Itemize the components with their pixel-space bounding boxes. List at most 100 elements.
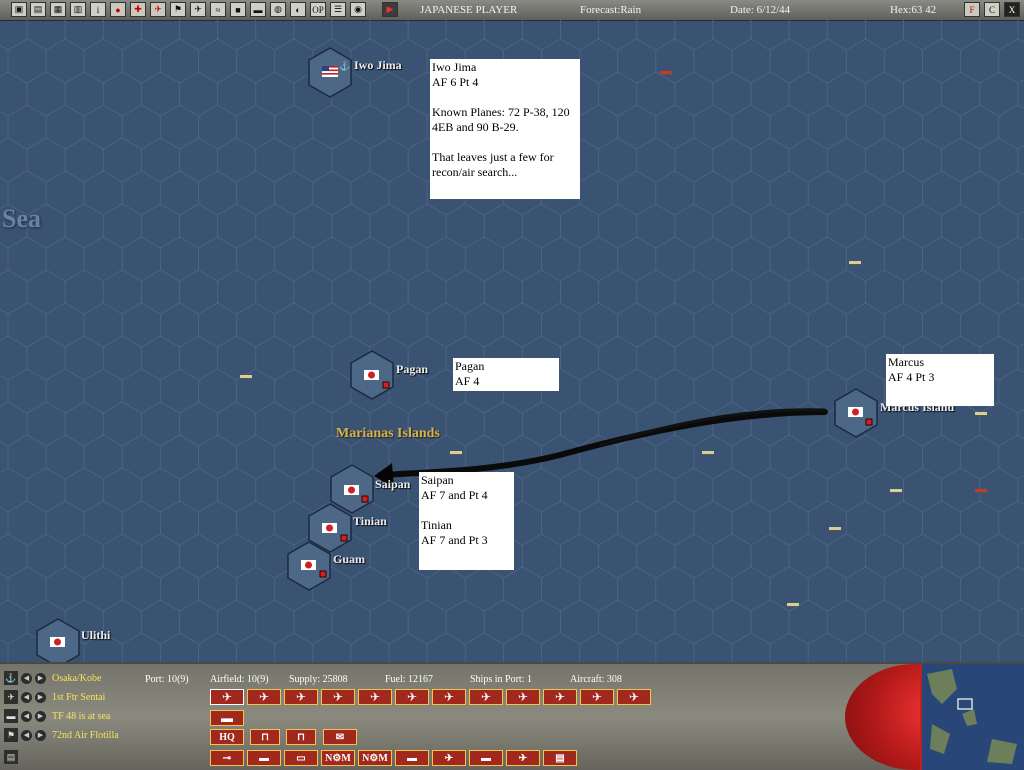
info-icon[interactable]: ◉ <box>350 2 366 17</box>
mini-map-graphic <box>927 669 1017 764</box>
flag-icon: ⚑ <box>4 728 18 742</box>
list-icon[interactable]: ☰ <box>330 2 346 17</box>
mini-map[interactable] <box>920 664 1024 770</box>
aircraft-button[interactable]: ✈ <box>395 689 429 705</box>
ship-marker[interactable] <box>829 527 841 531</box>
aircraft-button[interactable]: ✈ <box>210 689 244 705</box>
hq-label[interactable]: 72nd Air Flotilla <box>52 730 119 741</box>
base-name-label[interactable]: Osaka/Kobe <box>52 673 101 684</box>
base-label-saipan: Saipan <box>375 477 411 491</box>
flag-icon[interactable]: ⚑ <box>170 2 186 17</box>
next-arrow-icon[interactable]: ▶ <box>35 710 46 722</box>
gear-n-label: N <box>362 752 370 764</box>
globe-icon[interactable]: ◍ <box>270 2 286 17</box>
aircraft-button[interactable]: ✈ <box>580 689 614 705</box>
air-icon[interactable]: ✚ <box>130 2 146 17</box>
gear-m-label: M <box>378 752 388 764</box>
print-icon[interactable]: ▦ <box>50 2 66 17</box>
panel-row-base[interactable]: ⚓ ◀ ▶ Osaka/Kobe <box>0 669 101 687</box>
aircraft-button[interactable]: ✈ <box>469 689 503 705</box>
aircraft-button[interactable]: ✈ <box>321 689 355 705</box>
ship-marker[interactable] <box>702 451 714 455</box>
ground-icon[interactable]: ≈ <box>210 2 226 17</box>
ship-icon: ▬ <box>4 709 18 723</box>
forecast-label: Forecast:Rain <box>580 4 642 16</box>
gear-n-button[interactable]: N ⚙ M <box>321 750 355 766</box>
base-ulithi[interactable] <box>36 618 80 662</box>
ship-icon[interactable]: ▬ <box>250 2 266 17</box>
ship-marker[interactable] <box>890 489 902 493</box>
base-label-guam: Guam <box>333 552 366 566</box>
aircraft-button[interactable]: ✈ <box>432 689 466 705</box>
map-icon[interactable]: ■ <box>230 2 246 17</box>
next-arrow-icon[interactable]: ▶ <box>35 691 46 703</box>
aircraft-button[interactable]: ✈ <box>506 689 540 705</box>
aircraft-button[interactable]: ✈ <box>617 689 651 705</box>
gear-m-label: M <box>341 752 351 764</box>
prev-arrow-icon[interactable]: ◀ <box>21 691 32 703</box>
aircraft-button[interactable]: ✈ <box>284 689 318 705</box>
op-button[interactable]: OP <box>310 2 326 17</box>
base-pagan[interactable] <box>350 350 394 400</box>
note-text: Pagan AF 4 <box>455 359 485 388</box>
top-toolbar: ▣ ▤ ▦ ▥ i ● ✚ ✈ ⚑ ✈ ≈ ■ ▬ ◍ ◐ OP ☰ ◉ ▶ J… <box>0 0 1024 21</box>
ship-marker[interactable] <box>975 412 987 416</box>
base-marcus-island[interactable] <box>834 388 878 438</box>
plane-icon[interactable]: ✈ <box>190 2 206 17</box>
ships-stat: Ships in Port: 1 <box>470 674 532 685</box>
aircraft-button[interactable]: ✈ <box>247 689 281 705</box>
order-button[interactable]: ▭ <box>284 750 318 766</box>
gear-m-button[interactable]: N ⚙ M <box>358 750 392 766</box>
base-iwo-jima[interactable]: ⚓ <box>308 47 352 98</box>
document-icon[interactable]: ▤ <box>30 2 46 17</box>
save-icon[interactable]: ▣ <box>11 2 27 17</box>
prev-arrow-icon[interactable]: ◀ <box>21 729 32 741</box>
order-button[interactable]: ▤ <box>543 750 577 766</box>
right-button-x[interactable]: X <box>1004 2 1020 17</box>
task-force-label[interactable]: TF 48 is at sea <box>52 711 110 722</box>
order-button[interactable]: ▬ <box>247 750 281 766</box>
player-label: JAPANESE PLAYER <box>420 4 518 16</box>
envelope-icon[interactable]: ✉ <box>323 729 357 745</box>
next-arrow-icon[interactable]: ▶ <box>35 729 46 741</box>
region-label: Marianas Islands <box>336 426 440 441</box>
plane-icon: ✈ <box>4 690 18 704</box>
prev-arrow-icon[interactable]: ◀ <box>21 672 32 684</box>
end-turn-icon[interactable]: ▶ <box>382 2 398 17</box>
record-icon[interactable]: ● <box>110 2 126 17</box>
bottom-panel: ⚓ ◀ ▶ Osaka/Kobe ✈ ◀ ▶ 1st Ftr Sentai ▬ … <box>0 662 1024 770</box>
order-button[interactable]: ✈ <box>506 750 540 766</box>
panel-row-air-group[interactable]: ✈ ◀ ▶ 1st Ftr Sentai <box>0 688 105 706</box>
prev-arrow-icon[interactable]: ◀ <box>21 710 32 722</box>
unit-button[interactable]: ⊓ <box>286 729 316 745</box>
ship-marker[interactable] <box>849 261 861 265</box>
hq-button[interactable]: HQ <box>210 729 244 745</box>
order-button[interactable]: ⊸ <box>210 750 244 766</box>
right-button-f[interactable]: F <box>964 2 980 17</box>
order-button[interactable]: ✈ <box>432 750 466 766</box>
ship-class-button[interactable]: ▬ <box>210 710 244 726</box>
panel-row-task-force[interactable]: ▬ ◀ ▶ TF 48 is at sea <box>0 707 110 725</box>
ship-marker[interactable] <box>240 375 252 379</box>
unit-button[interactable]: ⊓ <box>250 729 280 745</box>
next-arrow-icon[interactable]: ▶ <box>35 672 46 684</box>
air-group-label[interactable]: 1st Ftr Sentai <box>52 692 105 703</box>
ship-marker[interactable] <box>450 451 462 455</box>
fighter-icon[interactable]: ✈ <box>150 2 166 17</box>
ship-marker[interactable] <box>975 489 987 493</box>
base-saipan[interactable] <box>330 464 374 514</box>
aircraft-button[interactable]: ✈ <box>358 689 392 705</box>
right-button-c[interactable]: C <box>984 2 1000 17</box>
ship-marker[interactable] <box>787 603 799 607</box>
order-button[interactable]: ▬ <box>395 750 429 766</box>
ship-marker[interactable] <box>660 71 672 75</box>
order-button[interactable]: ▬ <box>469 750 503 766</box>
hex-map[interactable]: ⚓ Sea Marianas Islands Iwo Jima Pagan Ma… <box>0 20 1024 662</box>
sound-icon[interactable]: ◐ <box>290 2 306 17</box>
list-icon[interactable]: ▤ <box>4 750 18 764</box>
note-pagan: Pagan AF 4 <box>453 358 559 391</box>
settings-icon[interactable]: ▥ <box>70 2 86 17</box>
panel-row-hq[interactable]: ⚑ ◀ ▶ 72nd Air Flotilla <box>0 726 119 744</box>
aircraft-button[interactable]: ✈ <box>543 689 577 705</box>
help-icon[interactable]: i <box>90 2 106 17</box>
